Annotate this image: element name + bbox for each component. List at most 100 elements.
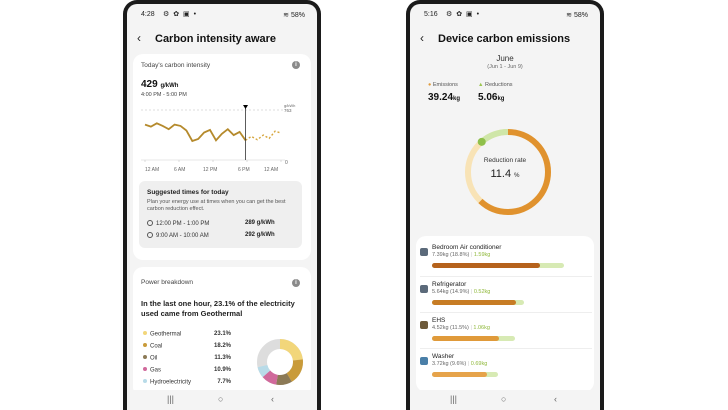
emission-bar — [432, 300, 517, 305]
air-conditioner-icon — [420, 248, 428, 256]
x-tick-label: 12 AM — [264, 167, 279, 173]
device-row[interactable]: Washer 3.72kg (9.6%) | 0.69kg — [432, 353, 592, 367]
period-label: (Jun 1 - Jun 9) — [487, 64, 523, 70]
suggested-value: 289 g/kWh — [245, 220, 275, 226]
legend-name: Gas — [150, 367, 162, 374]
nav-bar: ||| ○ ‹ — [410, 390, 600, 410]
intensity-number: 429 — [141, 79, 158, 90]
ehs-icon — [420, 321, 428, 329]
legend-item: Geothermal 23.1% — [143, 331, 231, 338]
home-icon[interactable]: ○ — [501, 394, 506, 404]
left-screen: 4:28 ⚙ ✿ ▣ • ≋ 58% ‹ Carbon intensity aw… — [127, 4, 317, 410]
wifi-icon: ≋ — [283, 12, 290, 19]
legend-dot — [143, 331, 147, 335]
back-arrow-icon[interactable]: ‹ — [420, 31, 424, 45]
device-stats: 5.64kg (14.9%) | 0.52kg — [432, 289, 491, 295]
suggested-times-box: Suggested times for today Plan your ener… — [139, 181, 302, 248]
recent-apps-icon[interactable]: ||| — [450, 394, 457, 404]
device-name: Bedroom Air conditioner — [432, 244, 502, 251]
legend-dot — [143, 343, 147, 347]
legend-item: Gas 10.9% — [143, 367, 231, 374]
y-axis-zero-label: 0 — [285, 160, 288, 166]
left-phone-frame: 4:28 ⚙ ✿ ▣ • ≋ 58% ‹ Carbon intensity aw… — [123, 0, 321, 410]
divider — [420, 276, 592, 277]
month-label: June — [496, 54, 514, 63]
refrigerator-icon — [420, 285, 428, 293]
reduction-marker — [477, 137, 486, 146]
status-bar: 4:28 ⚙ ✿ ▣ • ≋ 58% — [127, 4, 317, 26]
info-icon[interactable]: i — [292, 61, 300, 69]
status-right: ≋ 58% — [283, 11, 305, 19]
info-icon[interactable]: i — [292, 279, 300, 287]
device-stats: 7.39kg (18.8%) | 1.59kg — [432, 252, 491, 258]
intensity-time-range: 4:00 PM - 5:00 PM — [141, 92, 187, 98]
emissions-unit: kg — [453, 96, 461, 102]
legend-percent: 10.9% — [213, 367, 231, 373]
home-icon[interactable]: ○ — [218, 394, 223, 404]
title-bar: ‹ Carbon intensity aware — [127, 28, 317, 52]
legend-percent: 23.1% — [213, 331, 231, 337]
reductions-label: Reductions — [484, 82, 513, 88]
power-donut-chart[interactable] — [255, 337, 305, 387]
battery-level: 58% — [290, 12, 305, 19]
legend-item: Oil 11.3% — [143, 355, 231, 362]
intensity-value: 429 g/kWh — [141, 79, 178, 90]
device-emission: 5.64kg (14.9%) — [432, 289, 470, 295]
emissions-value: 39.24 — [428, 92, 454, 103]
emissions-icon: ● — [428, 82, 432, 88]
reduction-rate-label: Reduction rate — [483, 157, 527, 164]
right-screen: 5:16 ⚙ ✿ ▣ • ≋ 58% ‹ Device carbon emiss… — [410, 4, 600, 410]
device-list-card — [416, 236, 594, 392]
emissions-label: Emissions — [432, 82, 458, 88]
reductions-unit: kg — [497, 96, 505, 102]
legend-percent: 11.3% — [214, 355, 231, 361]
emission-bar — [432, 263, 541, 268]
intensity-line — [144, 122, 247, 143]
clock-icon — [147, 220, 153, 226]
back-nav-icon[interactable]: ‹ — [554, 394, 557, 404]
emission-bar — [432, 336, 500, 341]
nav-bar: ||| ○ ‹ — [127, 390, 317, 410]
reductions-total: 5.06kg — [478, 92, 504, 103]
legend-dot — [143, 379, 147, 383]
device-reduction: 1.59kg — [473, 252, 491, 258]
back-nav-icon[interactable]: ‹ — [271, 394, 274, 404]
legend-percent: 18.2% — [213, 343, 231, 349]
page-title: Device carbon emissions — [438, 33, 571, 45]
wifi-icon: ≋ — [566, 12, 573, 19]
device-emission: 4.52kg (11.5%) — [432, 325, 469, 331]
clock-icon — [147, 232, 153, 238]
intensity-line-chart[interactable] — [141, 102, 285, 168]
reductions-icon: ▲ — [478, 82, 484, 88]
device-row[interactable]: EHS 4.52kg (11.5%) | 1.06kg — [432, 317, 592, 331]
x-tick-label: 12 PM — [203, 167, 218, 173]
device-name: Refrigerator — [432, 281, 467, 288]
current-time-pointer — [243, 105, 249, 109]
recent-apps-icon[interactable]: ||| — [167, 394, 174, 404]
y-axis-max-label: 763 — [284, 108, 292, 113]
intensity-unit: g/kWh — [160, 83, 179, 89]
legend-percent: 7.7% — [217, 379, 231, 385]
suggested-row: 9:00 AM - 10:00 AM 292 g/kWh — [147, 232, 275, 239]
device-reduction: 1.06kg — [473, 325, 490, 331]
reduction-rate: 11.4 % — [410, 168, 600, 180]
legend-item: Coal 18.2% — [143, 343, 231, 350]
back-arrow-icon[interactable]: ‹ — [137, 31, 141, 45]
legend-dot — [143, 355, 147, 359]
notification-icons: ⚙ ✿ ▣ • — [446, 11, 481, 18]
device-row[interactable]: Bedroom Air conditioner 7.39kg (18.8%) |… — [432, 244, 592, 258]
status-time: 5:16 — [424, 11, 438, 18]
device-row[interactable]: Refrigerator 5.64kg (14.9%) | 0.52kg — [432, 281, 592, 295]
device-emission: 3.72kg (9.6%) — [432, 361, 467, 367]
suggested-description: Plan your energy use at times when you c… — [147, 199, 286, 212]
device-name: Washer — [432, 353, 455, 360]
legend-dot — [143, 367, 147, 371]
legend-name: Coal — [150, 343, 163, 350]
device-reduction: 0.52kg — [473, 289, 491, 295]
device-reduction: 0.69kg — [470, 361, 488, 367]
suggested-heading: Suggested times for today — [147, 189, 229, 196]
status-time: 4:28 — [141, 11, 155, 18]
washer-icon — [420, 357, 428, 365]
forecast-line — [245, 130, 282, 141]
suggested-time: 9:00 AM - 10:00 AM — [156, 233, 209, 239]
